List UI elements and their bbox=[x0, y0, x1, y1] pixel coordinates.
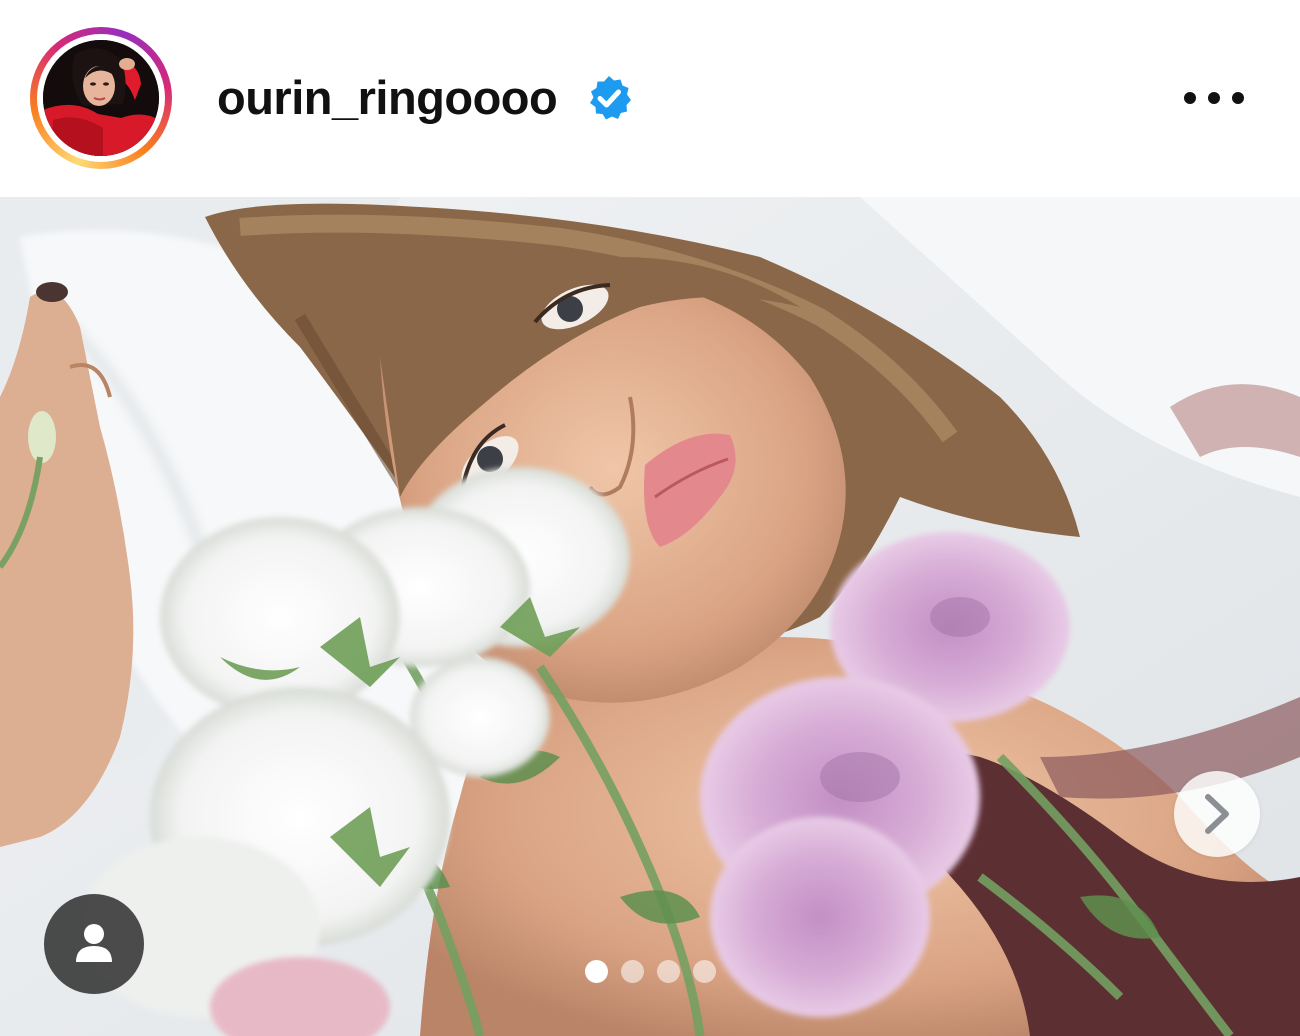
avatar[interactable] bbox=[43, 40, 159, 156]
tagged-users-button[interactable] bbox=[44, 894, 144, 994]
post-media[interactable] bbox=[0, 197, 1300, 1036]
chevron-right-icon bbox=[1205, 794, 1229, 834]
avatar-image bbox=[43, 40, 159, 156]
carousel-dot-3[interactable] bbox=[657, 960, 680, 983]
carousel-next-button[interactable] bbox=[1174, 771, 1260, 857]
user-tag-icon bbox=[76, 924, 112, 962]
story-ring[interactable] bbox=[30, 27, 172, 169]
verified-badge-icon bbox=[590, 76, 631, 120]
instagram-post: ourin_ringoooo bbox=[0, 0, 1300, 1036]
carousel-dot-2[interactable] bbox=[621, 960, 644, 983]
more-options-icon[interactable] bbox=[1176, 78, 1252, 118]
carousel-dot-4[interactable] bbox=[693, 960, 716, 983]
username[interactable]: ourin_ringoooo bbox=[217, 70, 558, 126]
post-header: ourin_ringoooo bbox=[0, 0, 1300, 197]
carousel-dot-1[interactable] bbox=[585, 960, 608, 983]
carousel-pagination bbox=[585, 960, 716, 984]
post-photo bbox=[0, 197, 1300, 1036]
